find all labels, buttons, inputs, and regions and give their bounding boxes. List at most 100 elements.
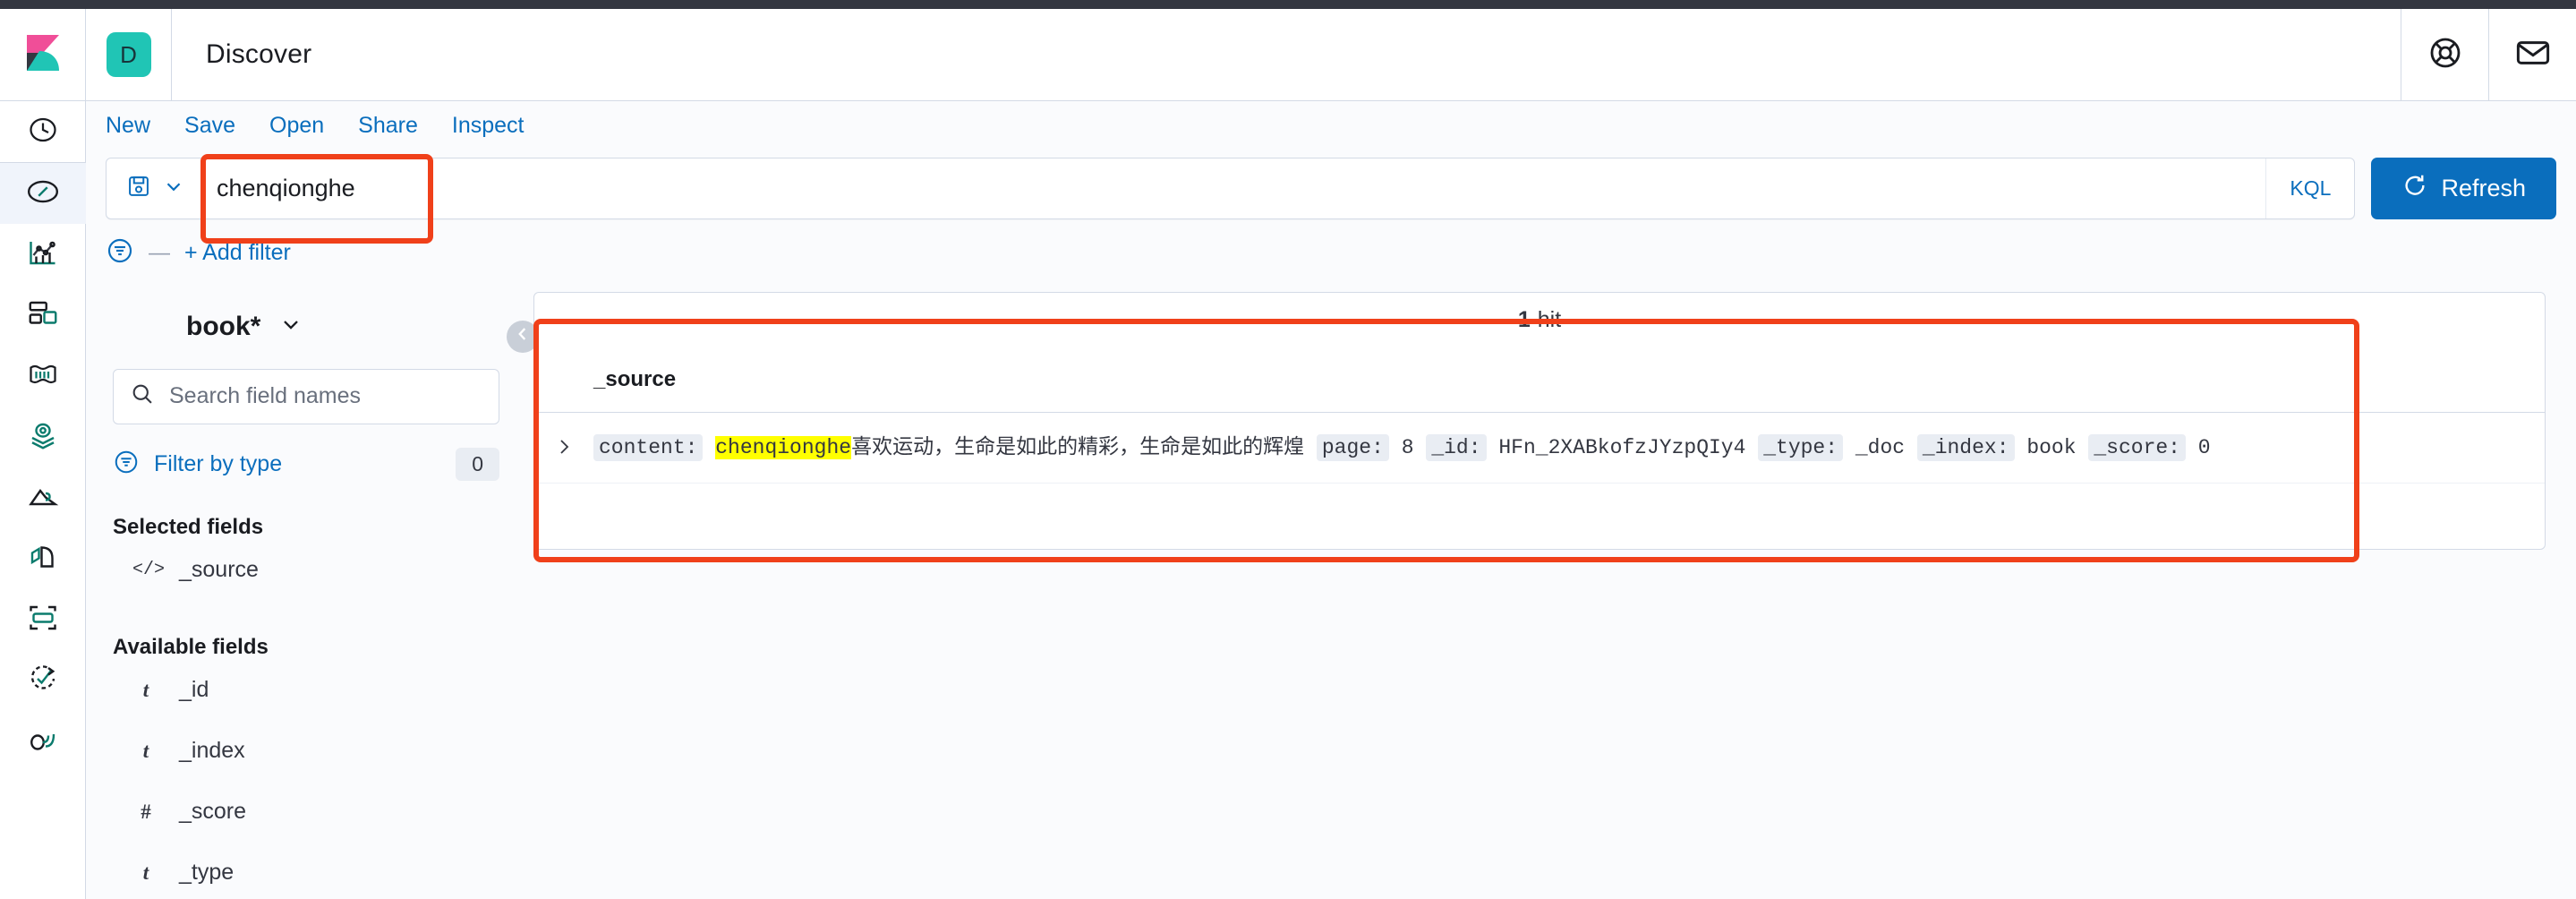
query-bar: chenqionghe KQL — [106, 157, 2356, 219]
hit-count: 1 — [1517, 307, 1531, 333]
content-rest: 喜欢运动，生命是如此的精彩，生命是如此的辉煌 — [851, 435, 1305, 459]
filter-funnel-icon[interactable] — [106, 236, 134, 270]
rail-item-canvas[interactable] — [0, 346, 86, 407]
nav-inspect[interactable]: Inspect — [452, 113, 525, 139]
column-header-source: _source — [593, 367, 677, 392]
app-root: D Discover New Save Open Share Inspect c… — [0, 0, 2576, 899]
uptime-check-icon — [27, 663, 59, 699]
app-badge: D — [106, 32, 151, 77]
field-name: _index — [179, 738, 245, 764]
field-item-index[interactable]: t _index — [113, 721, 499, 782]
rail-item-maps[interactable] — [0, 407, 86, 467]
app-body: New Save Open Share Inspect chenqionghe … — [0, 101, 2576, 899]
field-item-id[interactable]: t _id — [113, 660, 499, 721]
nav-open[interactable]: Open — [269, 113, 324, 139]
page-title: Discover — [206, 39, 312, 69]
help-button[interactable] — [2401, 9, 2488, 100]
expand-row-button[interactable] — [534, 432, 593, 462]
field-name: _id — [179, 677, 209, 703]
rail-item-visual-builder[interactable] — [0, 589, 86, 650]
field-key-page: page: — [1316, 433, 1389, 461]
field-search-box[interactable]: Search field names — [113, 368, 499, 424]
field-key-score: _score: — [2088, 433, 2186, 461]
rail-item-recently-viewed[interactable] — [0, 101, 86, 162]
nav-share[interactable]: Share — [358, 113, 418, 139]
rail-item-visualize[interactable] — [0, 224, 86, 285]
chevron-down-icon — [162, 175, 185, 202]
mail-button[interactable] — [2488, 9, 2576, 100]
rail-item-apm[interactable] — [0, 711, 86, 772]
app-badge-container: D — [86, 9, 172, 100]
dashboard-grid-icon — [27, 297, 59, 334]
page-title-container: Discover — [172, 9, 2401, 100]
app-header: D Discover — [0, 9, 2576, 101]
saved-query-button[interactable] — [107, 158, 202, 218]
refresh-circle-arrow-icon — [2401, 172, 2428, 205]
index-pattern-name: book* — [186, 311, 261, 341]
machine-learning-icon — [27, 480, 59, 517]
rail-item-dashboard[interactable] — [0, 285, 86, 346]
field-value-index: book — [2026, 435, 2077, 459]
refresh-button-label: Refresh — [2441, 174, 2526, 201]
field-type-string-icon: t — [142, 678, 149, 701]
query-language-switcher[interactable]: KQL — [2265, 158, 2354, 218]
nav-save[interactable]: Save — [184, 113, 235, 139]
field-name: _source — [179, 557, 259, 583]
field-type-number-icon: # — [141, 800, 151, 823]
chevron-down-icon — [278, 312, 303, 341]
rail-item-discover[interactable] — [0, 163, 86, 224]
kibana-home-link[interactable] — [0, 9, 86, 100]
document-source-cell: content: chenqionghe喜欢运动，生命是如此的精彩，生命是如此的… — [593, 432, 2229, 464]
mail-envelope-icon — [2514, 34, 2552, 76]
field-type-string-icon: t — [142, 739, 149, 762]
available-fields-title: Available fields — [113, 634, 269, 659]
filter-by-type-label: Filter by type — [154, 450, 283, 476]
chevron-left-icon — [513, 324, 533, 348]
compass-icon — [26, 175, 60, 213]
visual-builder-icon — [27, 602, 59, 638]
add-filter-button[interactable]: + Add filter — [184, 240, 291, 266]
hit-count-row: 1 hit — [534, 293, 2545, 348]
query-input[interactable]: chenqionghe — [217, 175, 2251, 202]
primary-nav-rail — [0, 101, 86, 899]
rail-item-graph[interactable] — [0, 528, 86, 589]
index-pattern-selector[interactable]: book* — [186, 312, 499, 342]
documents-area: 1 hit _source content: chenqionghe喜欢运动，生… — [507, 281, 2576, 899]
field-type-string-icon: t — [142, 860, 149, 884]
field-value-page: 8 — [1401, 435, 1414, 459]
clock-icon — [27, 114, 59, 150]
field-item-score[interactable]: # _score — [113, 782, 499, 843]
filter-funnel-icon — [113, 449, 140, 480]
documents-panel: 1 hit _source content: chenqionghe喜欢运动，生… — [533, 291, 2546, 550]
chevron-right-icon — [553, 436, 575, 462]
refresh-button[interactable]: Refresh — [2371, 157, 2556, 219]
filter-separator: — — [149, 240, 170, 265]
selected-fields-title: Selected fields — [113, 514, 264, 539]
table-row[interactable]: content: chenqionghe喜欢运动，生命是如此的精彩，生命是如此的… — [534, 413, 2545, 484]
help-lifebuoy-icon — [2427, 35, 2463, 75]
field-value-score: 0 — [2197, 435, 2211, 459]
rail-item-uptime[interactable] — [0, 650, 86, 711]
filter-bar: — + Add filter — [86, 226, 2576, 281]
filter-by-type-count: 0 — [456, 447, 499, 481]
sidebar-collapse-button[interactable] — [507, 320, 539, 353]
field-search-input[interactable]: Search field names — [169, 383, 361, 409]
graph-icon — [27, 541, 59, 578]
field-name: _type — [179, 860, 235, 886]
field-item-type[interactable]: t _type — [113, 843, 499, 899]
search-magnifier-icon — [130, 381, 155, 411]
query-bar-row: chenqionghe KQL Refresh — [86, 151, 2576, 226]
query-input-wrap: chenqionghe — [202, 175, 2265, 202]
field-item-source[interactable]: </> _source — [113, 540, 499, 601]
discover-content: book* Search field names Filter by type … — [86, 281, 2576, 899]
field-name: _score — [179, 799, 247, 825]
filter-by-type-button[interactable]: Filter by type 0 — [113, 447, 499, 481]
nav-new[interactable]: New — [106, 113, 150, 139]
rail-item-machine-learning[interactable] — [0, 467, 86, 528]
main-content: New Save Open Share Inspect chenqionghe … — [86, 101, 2576, 899]
field-sidebar: book* Search field names Filter by type … — [86, 281, 521, 899]
hit-label: hit — [1537, 307, 1562, 333]
field-key-content: content: — [593, 433, 704, 461]
field-value-id: HFn_2XABkofzJYzpQIy4 — [1498, 435, 1746, 459]
field-key-index: _index: — [1916, 433, 2015, 461]
